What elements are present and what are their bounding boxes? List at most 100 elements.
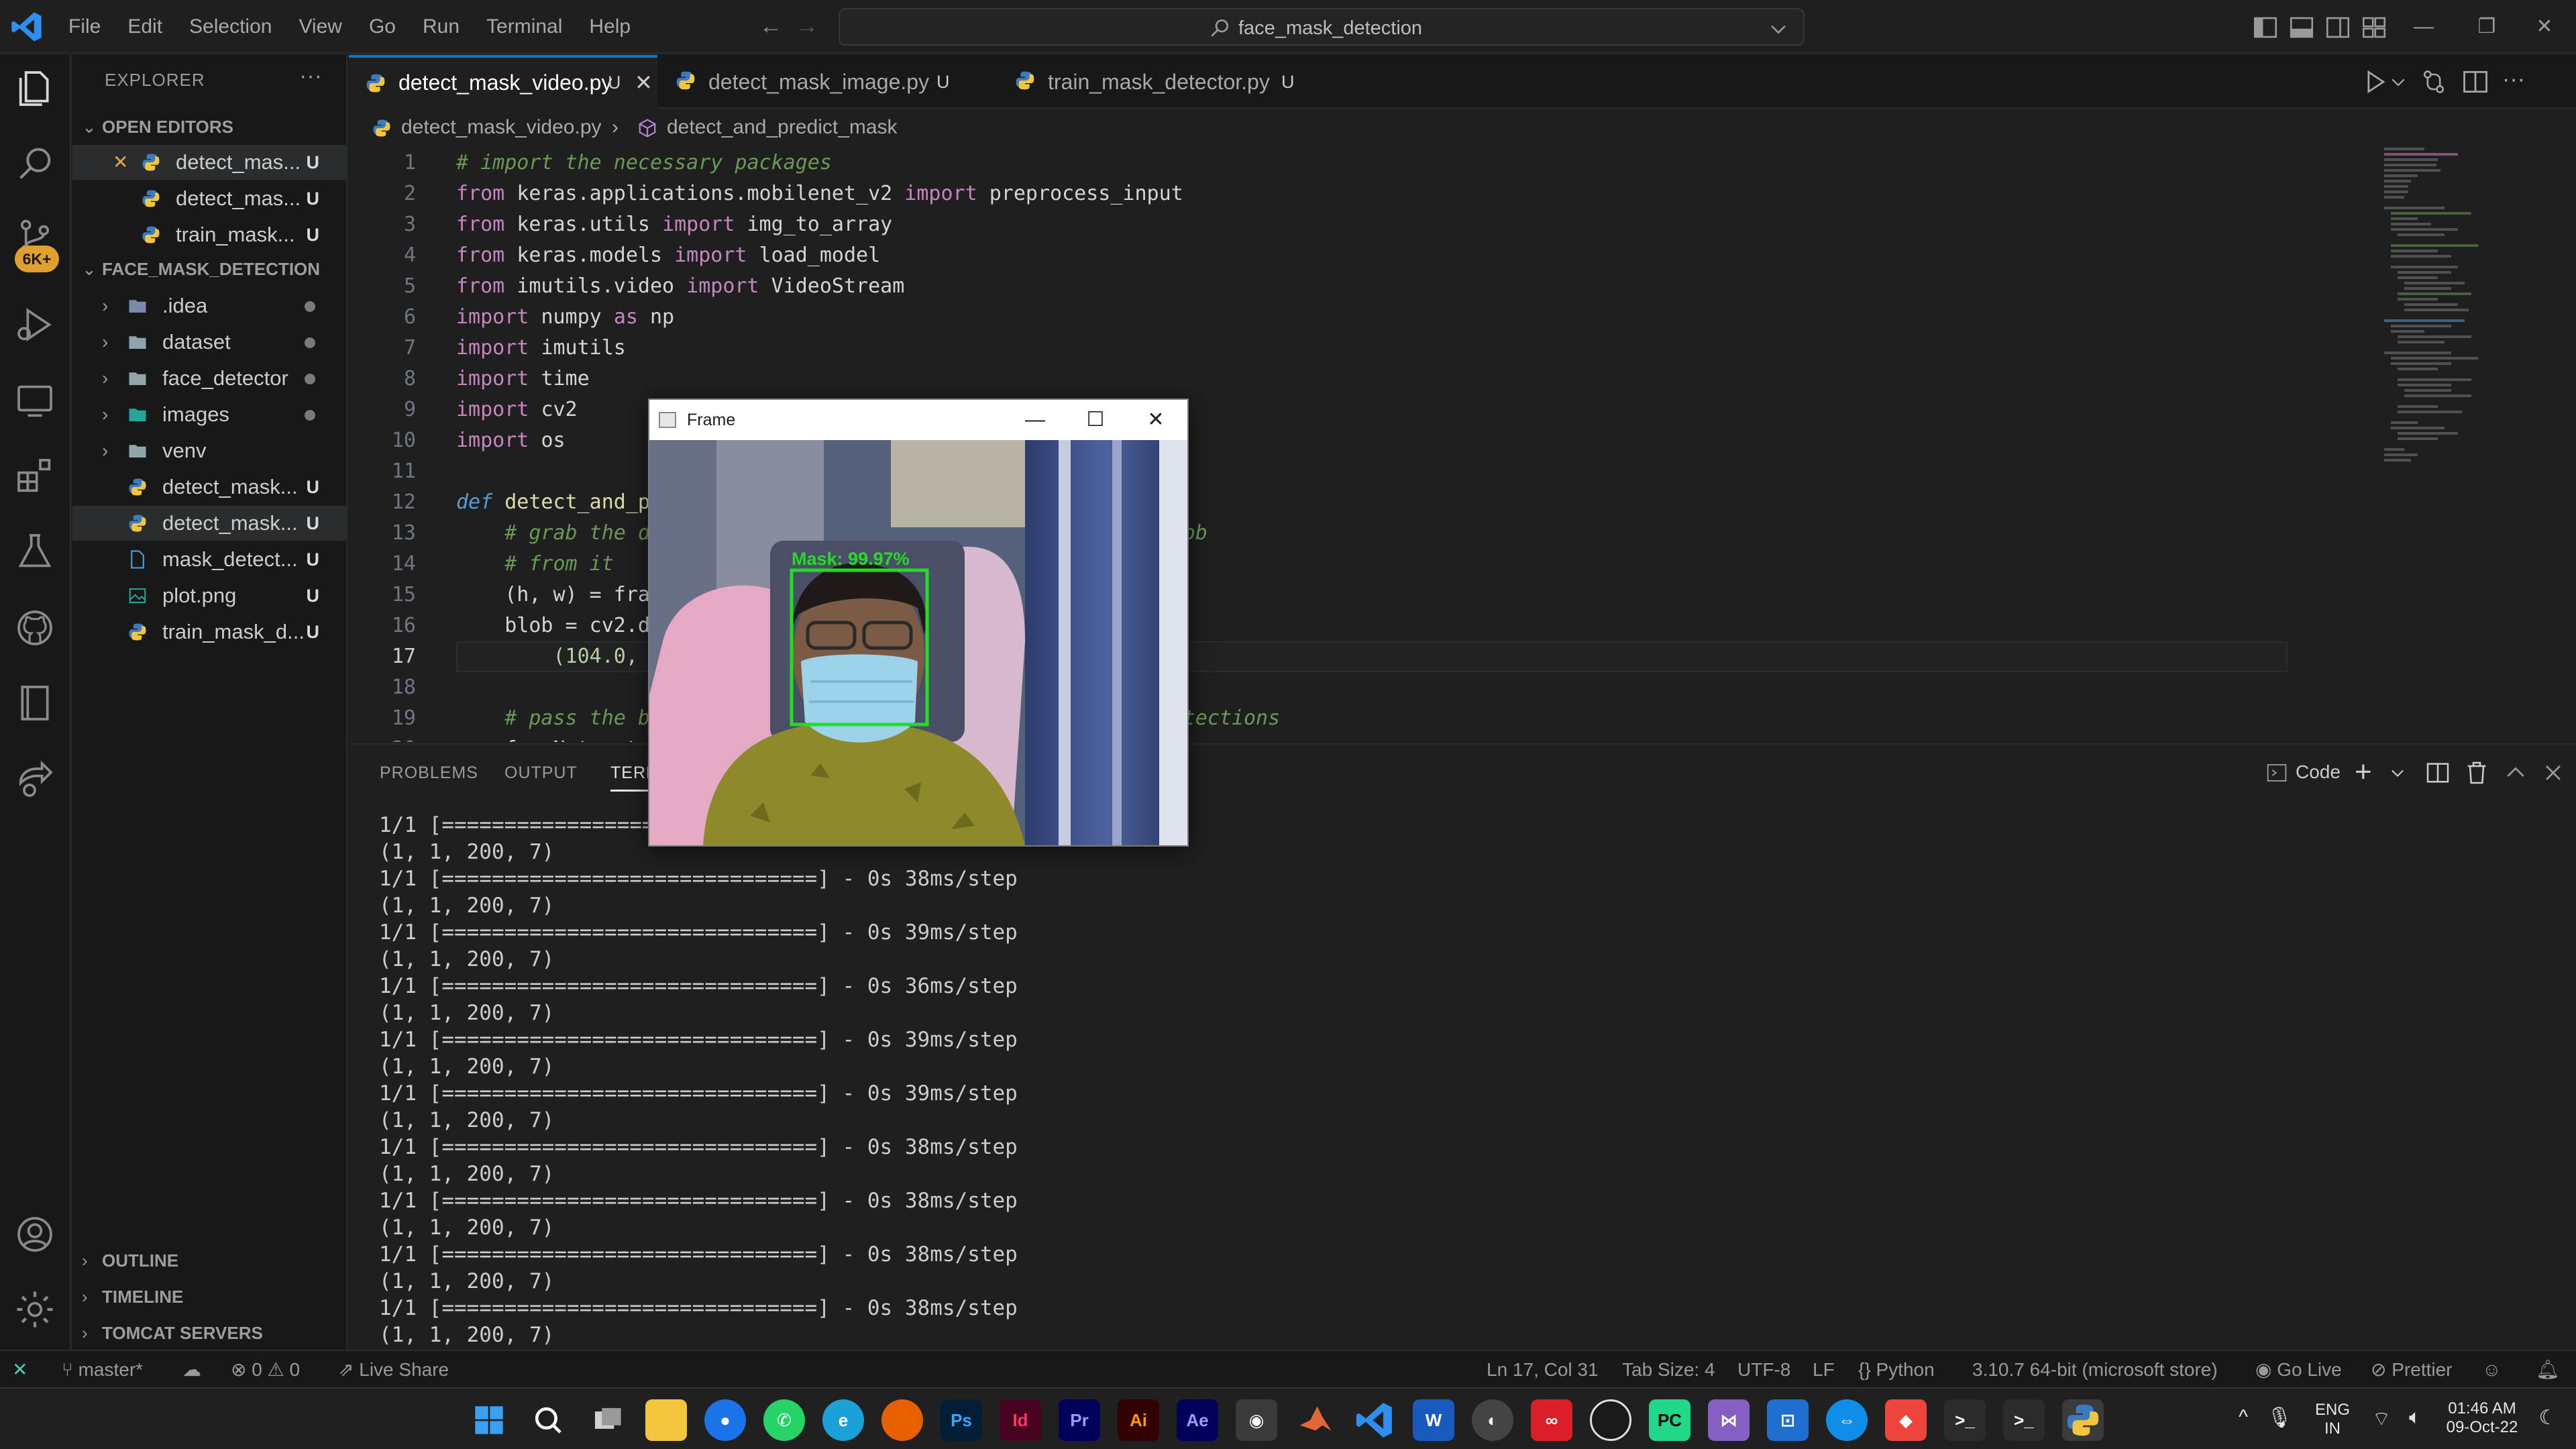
- minimize-button[interactable]: —: [2392, 0, 2455, 54]
- close-panel-icon[interactable]: [2540, 759, 2567, 786]
- edge-icon[interactable]: e: [822, 1399, 864, 1441]
- code-line[interactable]: from keras.utils import img_to_array: [456, 209, 892, 240]
- code-line[interactable]: import cv2: [456, 394, 578, 425]
- code-line[interactable]: from imutils.video import VideoStream: [456, 271, 904, 302]
- code-line[interactable]: import time: [456, 364, 590, 394]
- forward-arrow-icon[interactable]: →: [792, 11, 822, 42]
- code-line[interactable]: # from it: [456, 549, 614, 580]
- customize-layout-icon[interactable]: [2360, 13, 2388, 42]
- menu-view[interactable]: View: [285, 0, 355, 54]
- search-icon[interactable]: [527, 1399, 569, 1441]
- jupyter-icon[interactable]: ⊡: [1767, 1399, 1809, 1441]
- tree-folder[interactable]: › .idea: [72, 288, 347, 323]
- python-interpreter[interactable]: 3.10.7 64-bit (microsoft store): [1972, 1351, 2218, 1389]
- task-view-icon[interactable]: [586, 1399, 628, 1441]
- tab-problems[interactable]: PROBLEMS: [380, 763, 478, 783]
- toggle-panel-icon[interactable]: [2288, 13, 2316, 42]
- after-effects-icon[interactable]: Ae: [1177, 1399, 1218, 1441]
- code-line[interactable]: (h, w) = fra: [456, 580, 650, 610]
- tab-train-mask-detector[interactable]: train_mask_detector.py U: [993, 55, 1328, 109]
- menu-run[interactable]: Run: [409, 0, 473, 54]
- more-actions-icon[interactable]: ···: [299, 63, 322, 89]
- close-icon[interactable]: ✕: [635, 58, 653, 107]
- menu-selection[interactable]: Selection: [176, 0, 285, 54]
- search-icon[interactable]: [13, 142, 56, 185]
- tab-detect-mask-image[interactable]: detect_mask_image.py U: [659, 55, 987, 109]
- end-of-line[interactable]: LF: [1813, 1351, 1835, 1389]
- go-live-status[interactable]: ◉ Go Live: [2255, 1351, 2342, 1389]
- code-line[interactable]: # import the necessary packages: [456, 148, 832, 178]
- vscode-icon[interactable]: [1354, 1399, 1395, 1441]
- open-changes-icon[interactable]: [2419, 67, 2449, 97]
- tab-detect-mask-video[interactable]: detect_mask_video.py U ✕: [349, 55, 657, 109]
- word-icon[interactable]: W: [1413, 1399, 1454, 1441]
- extensions-icon[interactable]: [13, 455, 56, 498]
- tree-folder[interactable]: › images: [72, 397, 347, 432]
- cmd-icon[interactable]: >_: [2003, 1399, 2045, 1441]
- tab-size[interactable]: Tab Size: 4: [1622, 1351, 1715, 1389]
- branch-status[interactable]: ⑂ master*: [62, 1351, 143, 1389]
- opencv-frame-window[interactable]: Frame — ☐ ✕ Mask: 99.97%: [648, 398, 1189, 847]
- tomcat-servers-section[interactable]: › TOMCAT SERVERS: [82, 1316, 263, 1350]
- close-button[interactable]: ✕: [2513, 0, 2576, 54]
- kill-terminal-icon[interactable]: [2463, 759, 2490, 786]
- code-line[interactable]: from keras.models import load_model: [456, 240, 880, 271]
- firefox-icon[interactable]: [881, 1399, 923, 1441]
- chevron-down-icon[interactable]: [1767, 17, 1790, 40]
- remote-explorer-icon[interactable]: [13, 380, 56, 423]
- github-icon[interactable]: [13, 606, 56, 649]
- visual-studio-icon[interactable]: ⋈: [1708, 1399, 1750, 1441]
- tab-output[interactable]: OUTPUT: [504, 763, 578, 783]
- creative-cloud-icon[interactable]: ∞: [1531, 1399, 1572, 1441]
- maximize-button[interactable]: ☐: [1065, 400, 1126, 440]
- more-actions-icon[interactable]: ···: [2502, 67, 2532, 97]
- remote-indicator-icon[interactable]: ✕: [12, 1351, 39, 1389]
- close-button[interactable]: ✕: [1126, 400, 1186, 440]
- photoshop-icon[interactable]: Ps: [941, 1399, 982, 1441]
- microphone-icon[interactable]: 🎙︎: [2266, 1406, 2293, 1430]
- toggle-secondary-sidebar-icon[interactable]: [2324, 13, 2352, 42]
- language-indicator[interactable]: ENG IN: [2309, 1401, 2356, 1438]
- encoding[interactable]: UTF-8: [1737, 1351, 1790, 1389]
- chrome-icon[interactable]: ●: [704, 1399, 746, 1441]
- code-line[interactable]: import os: [456, 425, 566, 456]
- chevron-down-icon[interactable]: [2388, 759, 2407, 786]
- illustrator-icon[interactable]: Ai: [1118, 1399, 1159, 1441]
- maximize-panel-icon[interactable]: [2502, 759, 2529, 786]
- anydesk-icon[interactable]: ◆: [1885, 1399, 1927, 1441]
- github-desktop-icon[interactable]: ◐: [1472, 1399, 1513, 1441]
- indesign-icon[interactable]: Id: [1000, 1399, 1041, 1441]
- notebook-icon[interactable]: [13, 682, 56, 724]
- tree-folder[interactable]: › dataset: [72, 325, 347, 360]
- matlab-icon[interactable]: [1295, 1399, 1336, 1441]
- teamviewer-icon[interactable]: ⇔: [1826, 1399, 1868, 1441]
- obs-icon[interactable]: [1590, 1399, 1631, 1441]
- code-line[interactable]: import imutils: [456, 333, 626, 364]
- windows-start-icon[interactable]: [468, 1399, 510, 1441]
- breadcrumb-file[interactable]: detect_mask_video.py: [401, 110, 602, 145]
- terminal-icon[interactable]: >_: [1944, 1399, 1986, 1441]
- run-debug-icon[interactable]: [13, 303, 56, 346]
- prettier-status[interactable]: ⊘ Prettier: [2371, 1351, 2453, 1389]
- code-line[interactable]: import numpy as np: [456, 302, 674, 333]
- show-hidden-icons-icon[interactable]: ^: [2230, 1406, 2257, 1429]
- new-terminal-icon[interactable]: +: [2355, 757, 2381, 787]
- tree-file[interactable]: plot.png U: [72, 578, 347, 613]
- file-explorer-icon[interactable]: [645, 1399, 687, 1441]
- tree-file[interactable]: mask_detect... U: [72, 542, 347, 577]
- toggle-primary-sidebar-icon[interactable]: [2251, 13, 2279, 42]
- cursor-position[interactable]: Ln 17, Col 31: [1487, 1351, 1599, 1389]
- split-editor-icon[interactable]: [2461, 67, 2490, 97]
- restore-button[interactable]: ❐: [2455, 0, 2518, 54]
- frame-title-bar[interactable]: Frame — ☐ ✕: [649, 400, 1187, 440]
- timeline-section[interactable]: › TIMELINE: [82, 1280, 183, 1313]
- menu-help[interactable]: Help: [576, 0, 644, 54]
- back-arrow-icon[interactable]: ←: [755, 11, 786, 42]
- python-icon[interactable]: [2062, 1399, 2104, 1441]
- wifi-icon[interactable]: ⌔: [2368, 1406, 2395, 1432]
- open-editor-item[interactable]: ✕ detect_mas... U: [72, 145, 347, 180]
- live-share-status[interactable]: ⇗ Live Share: [338, 1351, 449, 1389]
- language-mode[interactable]: {} Python: [1858, 1351, 1935, 1389]
- pycharm-icon[interactable]: PC: [1649, 1399, 1690, 1441]
- clock[interactable]: 01:46 AM 09-Oct-22: [2435, 1399, 2529, 1437]
